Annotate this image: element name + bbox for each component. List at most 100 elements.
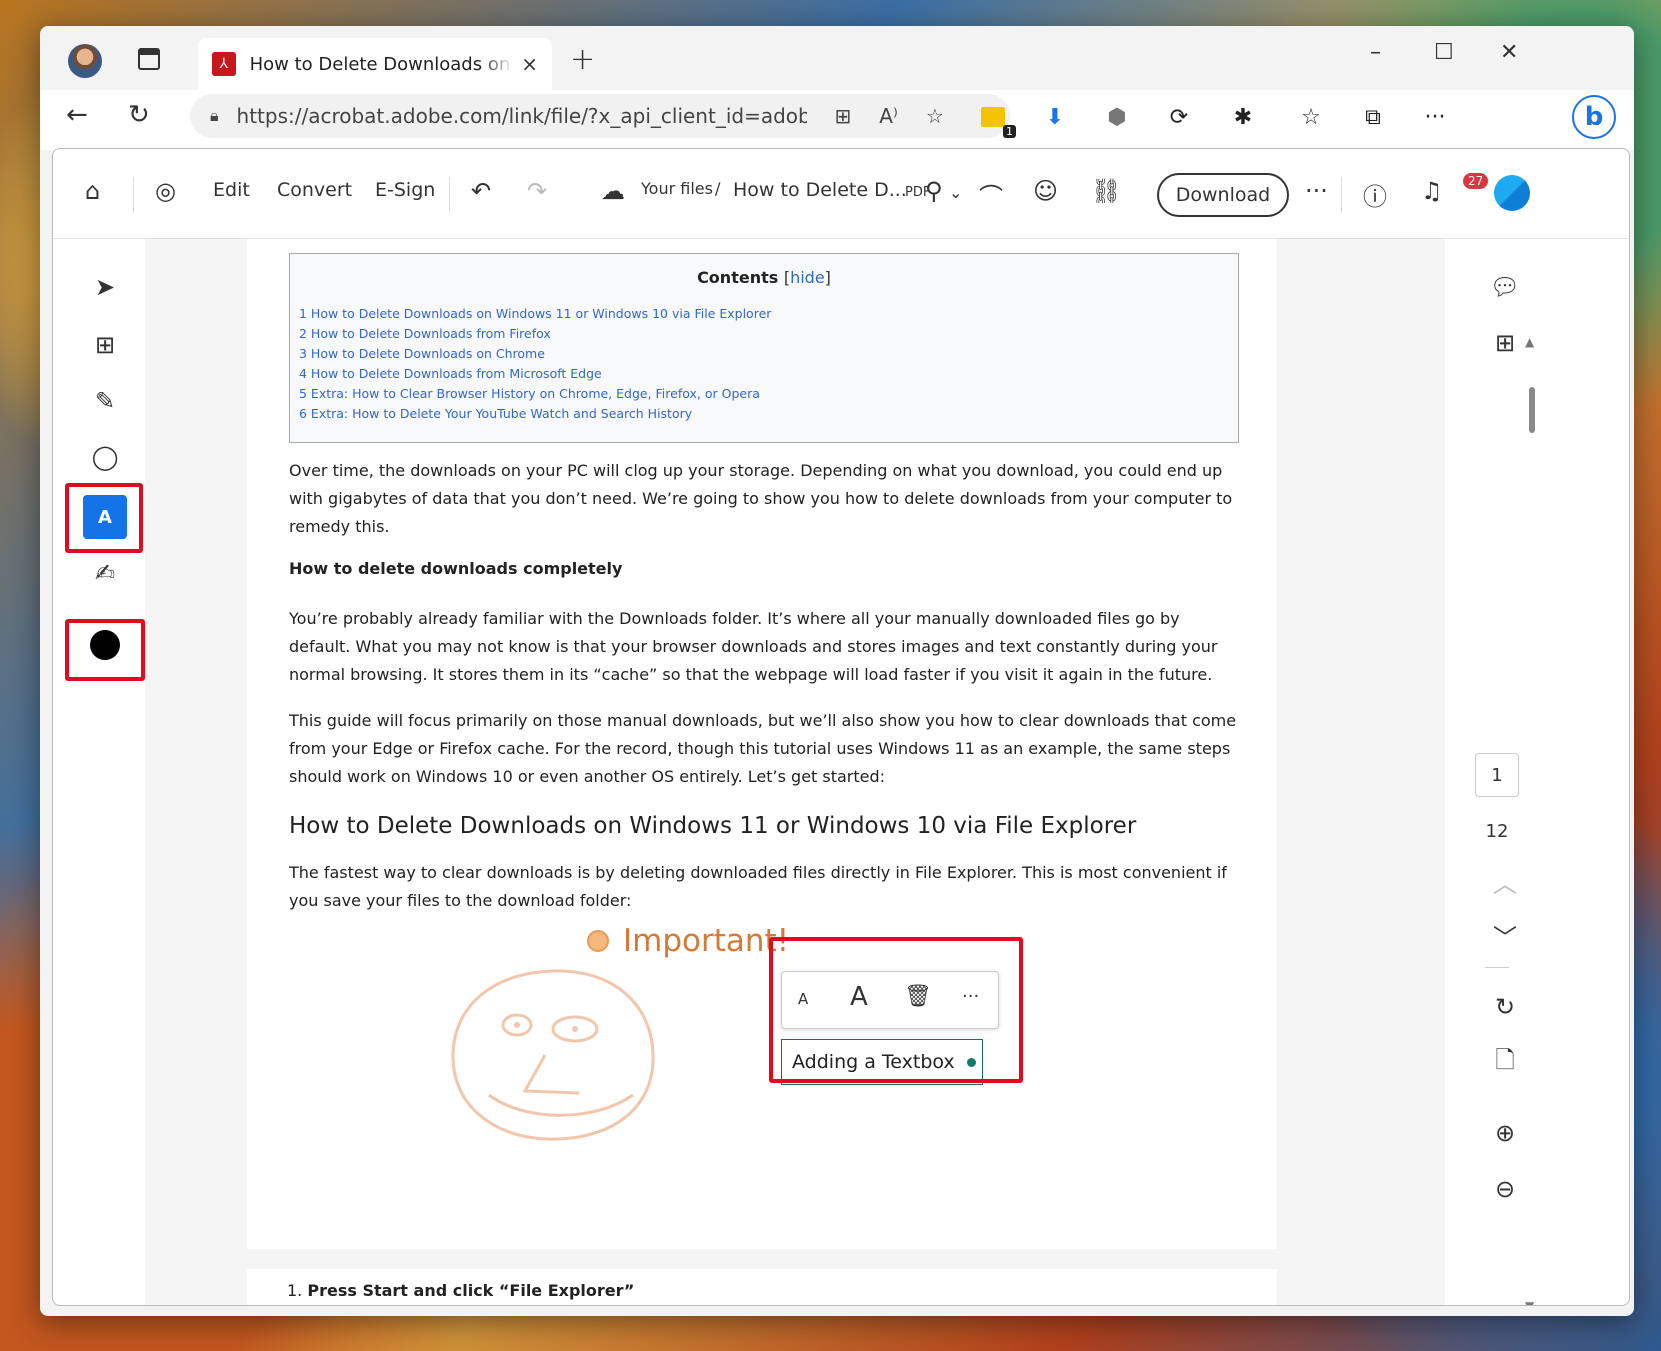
sticky-note-text: Important! (623, 923, 790, 959)
redo-icon[interactable]: ↷ (527, 177, 547, 205)
toolbar-divider (449, 177, 450, 213)
address-bar[interactable]: 🔒︎ https://acrobat.adobe.com/link/file/?… (190, 94, 1010, 138)
breadcrumb-separator: / (715, 179, 721, 198)
browser-window: ⅄ How to Delete Downloads on Windows 11 … (40, 26, 1634, 1316)
download-button[interactable]: Download (1157, 173, 1289, 217)
freehand-drawing[interactable] (443, 965, 663, 1145)
convert-menu[interactable]: Convert (277, 179, 352, 201)
chevron-down-icon[interactable]: ﹀ (1485, 915, 1525, 955)
edit-menu[interactable]: Edit (213, 179, 250, 201)
sync-extension-icon[interactable]: ⟳ (1164, 102, 1194, 132)
maximize-button[interactable]: ☐ (1434, 40, 1454, 65)
more-options-button[interactable]: ··· (1305, 177, 1328, 205)
sign-pen-icon[interactable]: ✍ (85, 553, 125, 593)
toc-hide-link[interactable]: hide (790, 268, 825, 287)
ai-assistant-icon[interactable]: ◎ (155, 177, 176, 205)
close-window-button[interactable]: ✕ (1500, 40, 1518, 65)
app-available-icon[interactable]: ⊞ (835, 104, 852, 128)
toc-item[interactable]: 6 Extra: How to Delete Your YouTube Watc… (299, 406, 692, 421)
tab-active[interactable]: ⅄ How to Delete Downloads on Windows 11 … (198, 38, 552, 90)
highlight-box-color (65, 619, 145, 681)
shield-extension-icon[interactable]: ⬢ (1102, 102, 1132, 132)
bell-icon[interactable]: ♫ (1421, 177, 1443, 205)
comments-panel-icon[interactable]: 💬︎ (1485, 267, 1525, 307)
toolbar-divider (133, 177, 134, 213)
toc-title: Contents [hide] (697, 268, 831, 287)
section-heading: How to Delete Downloads on Windows 11 or… (289, 813, 1137, 839)
zoom-in-icon[interactable]: ⊕ (1485, 1113, 1525, 1153)
subheading: How to delete downloads completely (289, 559, 623, 578)
help-icon[interactable]: ⓘ (1363, 177, 1387, 212)
table-of-contents: Contents [hide] 1 How to Delete Download… (289, 253, 1239, 443)
toolbar-divider (1341, 177, 1342, 213)
draw-freeform-icon[interactable]: ◯ (85, 437, 125, 477)
bing-copilot-icon[interactable]: b (1572, 95, 1616, 139)
share-user-icon[interactable]: ☺ (1033, 177, 1058, 205)
acrobat-app: ⌂ ◎ Edit Convert E-Sign ↶ ↷ ☁ Your files… (52, 148, 1630, 1306)
new-tab-button[interactable]: + (570, 42, 595, 77)
highlight-box-text-tool (65, 483, 143, 553)
search-icon[interactable]: ⚲ (925, 177, 943, 205)
lock-icon[interactable]: 🔒︎ (210, 106, 219, 126)
page-tools-icon[interactable]: 🗋︎ (1485, 1043, 1525, 1083)
scroll-down-arrow[interactable]: ▼ (1525, 1299, 1534, 1305)
cloud-icon[interactable]: ☁ (601, 177, 625, 205)
extension-icon[interactable]: 1 (978, 102, 1016, 138)
tab-title: How to Delete Downloads on Windows 11 (249, 53, 514, 75)
notification-badge: 27 (1463, 173, 1489, 189)
toc-item[interactable]: 2 How to Delete Downloads from Firefox (299, 326, 551, 341)
profile-avatar[interactable] (68, 44, 102, 78)
read-aloud-icon[interactable]: A⁾ (879, 104, 898, 128)
toc-item[interactable]: 3 How to Delete Downloads on Chrome (299, 346, 545, 361)
scrollbar-thumb[interactable] (1529, 387, 1535, 433)
document-viewport[interactable]: Contents [hide] 1 How to Delete Download… (145, 239, 1535, 1305)
acrobat-toolbar: ⌂ ◎ Edit Convert E-Sign ↶ ↷ ☁ Your files… (53, 149, 1629, 239)
sticky-note-annotation[interactable]: Important! (587, 923, 789, 959)
chevron-up-icon[interactable]: ︿ (1485, 861, 1525, 901)
total-pages: 12 (1485, 821, 1509, 842)
read-aloud-headphones-icon[interactable]: ⌒ (979, 177, 1003, 212)
minimize-button[interactable]: – (1370, 40, 1381, 65)
scroll-up-arrow[interactable]: ▲ (1525, 335, 1534, 349)
undo-icon[interactable]: ↶ (471, 177, 491, 205)
url-text[interactable]: https://acrobat.adobe.com/link/file/?x_a… (237, 104, 807, 128)
document-title[interactable]: How to Delete D... (733, 179, 907, 201)
add-favorite-icon[interactable]: ☆ (926, 104, 944, 128)
collections-icon[interactable]: ⧉ (1358, 102, 1388, 132)
zoom-out-icon[interactable]: ⊖ (1485, 1169, 1525, 1209)
link-icon[interactable]: ⛓ (1091, 177, 1121, 205)
comment-bubble-icon (587, 930, 609, 952)
settings-more-button[interactable]: ··· (1420, 102, 1450, 132)
tab-strip: ⅄ How to Delete Downloads on Windows 11 … (40, 26, 1634, 90)
intro-paragraph: Over time, the downloads on your PC will… (289, 461, 1233, 536)
address-bar-row: ← ↻ 🔒︎ https://acrobat.adobe.com/link/fi… (40, 90, 1634, 150)
back-button[interactable]: ← (66, 100, 88, 130)
extensions-puzzle-icon[interactable]: ✱ (1228, 102, 1258, 132)
left-tool-rail: ➤ ⊞ ✎ ◯ A ✍ (77, 261, 133, 660)
tab-close-icon[interactable]: × (521, 52, 538, 76)
esign-menu[interactable]: E-Sign (375, 179, 435, 201)
account-avatar[interactable] (1494, 175, 1530, 211)
chevron-down-icon[interactable]: ⌄ (949, 183, 962, 202)
add-comment-icon[interactable]: ⊞ (85, 325, 125, 365)
toc-item[interactable]: 5 Extra: How to Clear Browser History on… (299, 386, 760, 401)
favorites-icon[interactable]: ☆ (1296, 102, 1326, 132)
home-icon[interactable]: ⌂ (85, 177, 100, 205)
download-extension-icon[interactable]: ⬇ (1040, 102, 1070, 132)
breadcrumb-your-files[interactable]: Your files (641, 179, 713, 198)
rotate-icon[interactable]: ↻ (1485, 987, 1525, 1027)
paragraph-guide-focus: This guide will focus primarily on those… (289, 711, 1237, 786)
tab-actions-icon[interactable] (138, 48, 160, 70)
paragraph-fastest-way: The fastest way to clear downloads is by… (289, 863, 1227, 910)
highlight-box-textbox (769, 937, 1023, 1083)
highlight-pen-icon[interactable]: ✎ (85, 381, 125, 421)
pdf-page: Contents [hide] 1 How to Delete Download… (247, 239, 1277, 1249)
toc-item[interactable]: 4 How to Delete Downloads from Microsoft… (299, 366, 602, 381)
toc-item[interactable]: 1 How to Delete Downloads on Windows 11 … (299, 306, 771, 321)
acrobat-pdf-icon: ⅄ (212, 52, 236, 76)
current-page-input[interactable]: 1 (1475, 753, 1519, 797)
rail-divider (1485, 967, 1509, 968)
select-tool-icon[interactable]: ➤ (85, 267, 125, 307)
refresh-button[interactable]: ↻ (128, 100, 150, 130)
thumbnails-grid-icon[interactable]: ⊞ (1485, 323, 1525, 363)
